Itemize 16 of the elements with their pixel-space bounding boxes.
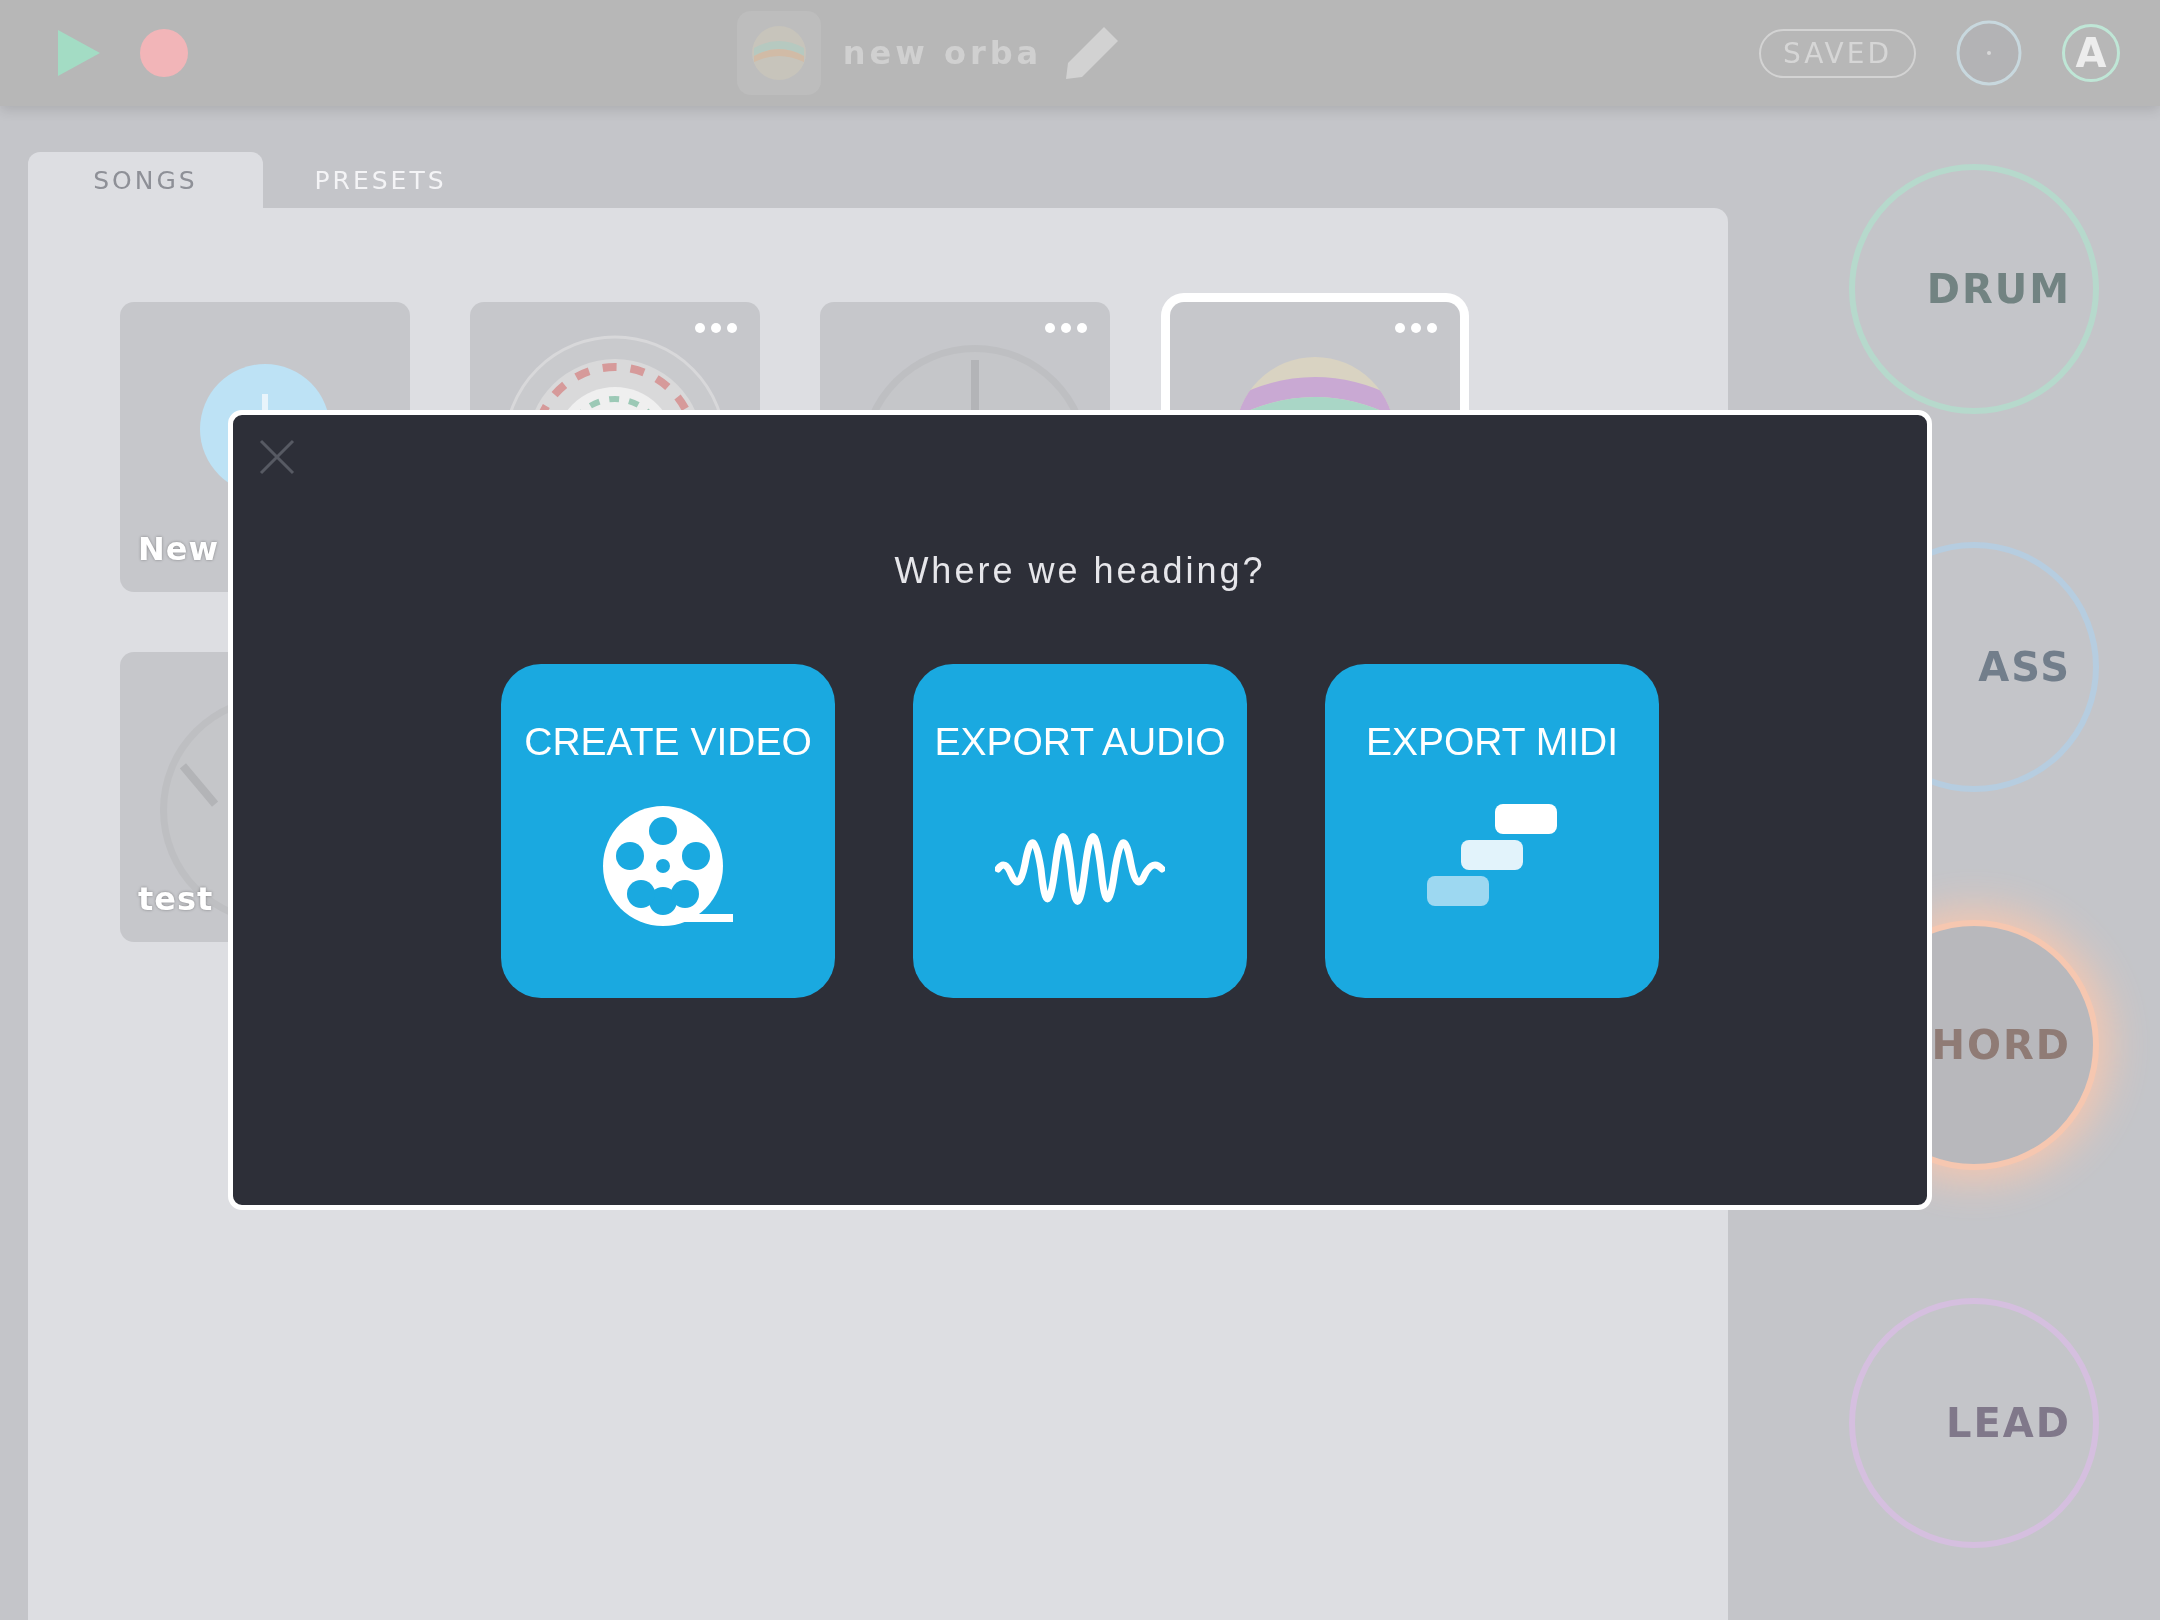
export-option-button[interactable]: CREATE VIDEO (501, 664, 835, 998)
instrument-ring[interactable]: LEAD (1849, 1298, 2099, 1548)
export-option-button[interactable]: EXPORT MIDI (1325, 664, 1659, 998)
song-name: New (138, 530, 220, 568)
clock-icon[interactable] (1956, 20, 2022, 86)
export-option-button[interactable]: EXPORT AUDIO (913, 664, 1247, 998)
tab[interactable]: SONGS (28, 152, 263, 208)
play-icon[interactable] (58, 30, 100, 76)
dialog-title: Where we heading? (894, 550, 1266, 592)
record-icon[interactable] (140, 29, 188, 77)
pencil-icon[interactable] (1064, 25, 1121, 81)
more-icon[interactable] (694, 322, 738, 334)
more-icon[interactable] (1394, 322, 1438, 334)
more-icon[interactable] (1044, 322, 1088, 334)
close-button[interactable] (257, 437, 297, 477)
song-name: test (138, 880, 214, 918)
